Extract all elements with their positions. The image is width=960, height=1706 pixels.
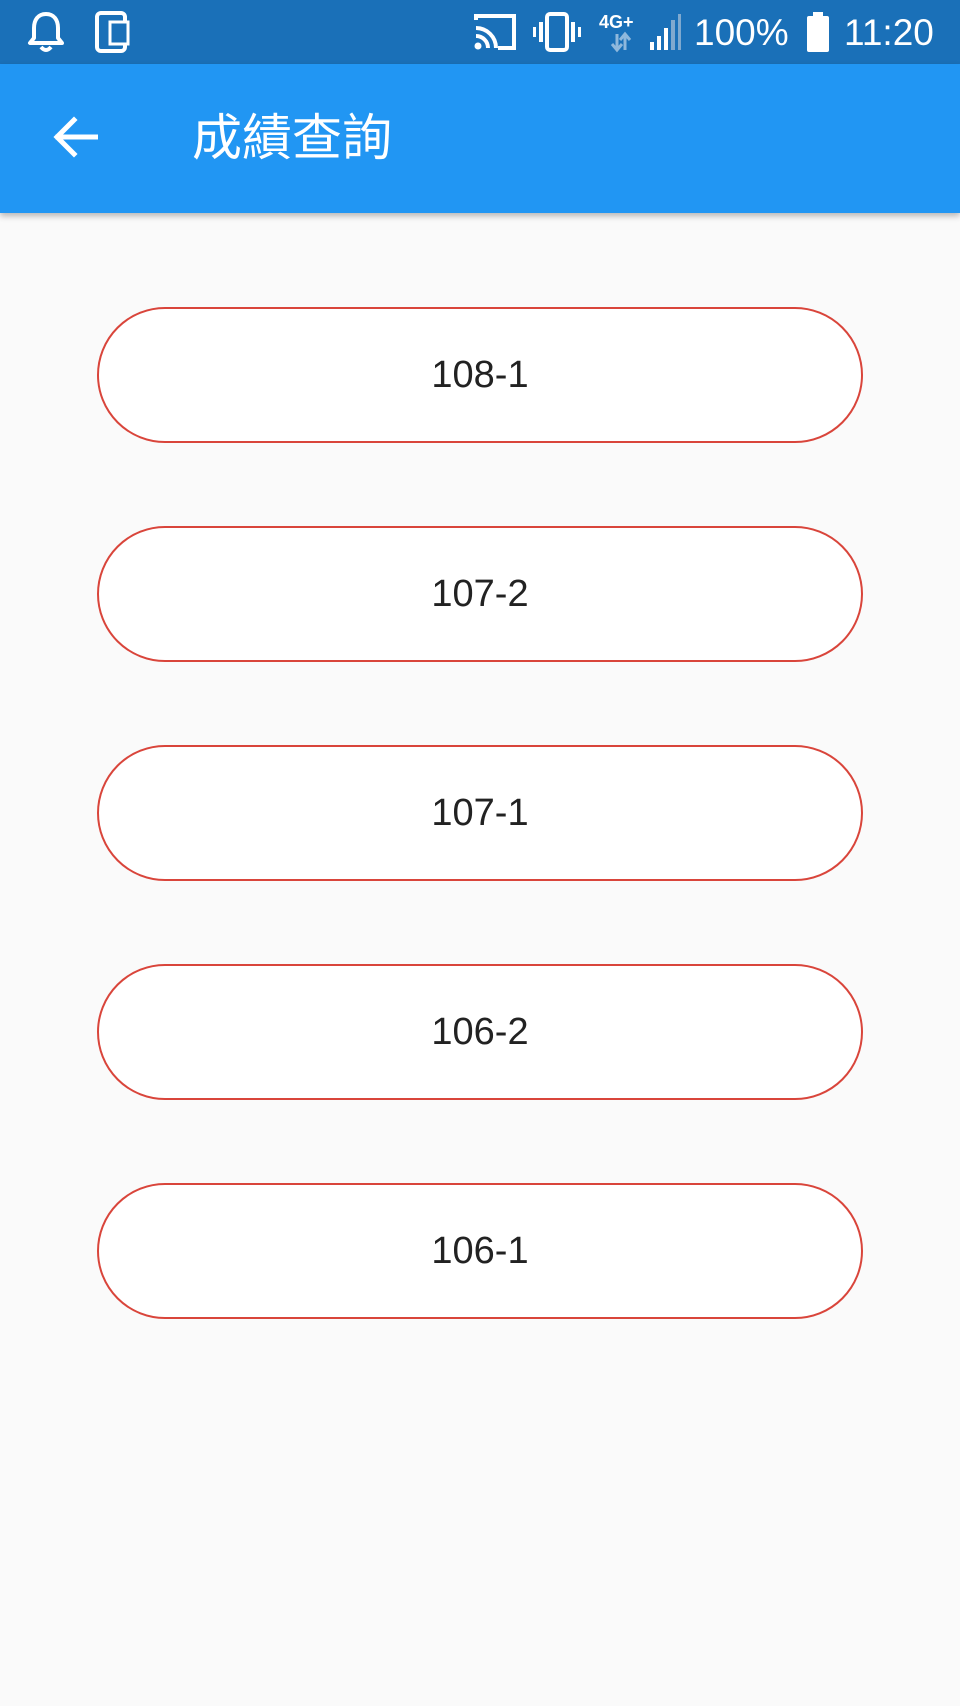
semester-list: 108-1 107-2 107-1 106-2 106-1 (97, 307, 863, 1402)
semester-button[interactable]: 107-2 (97, 526, 863, 662)
cast-icon (472, 0, 518, 64)
page-title: 成績查詢 (192, 109, 392, 167)
semester-button[interactable]: 106-2 (97, 964, 863, 1100)
notification-bell-icon (26, 0, 66, 64)
network-4g-icon: 4G+ (597, 0, 641, 64)
battery-icon (804, 0, 832, 64)
back-button[interactable] (40, 94, 110, 184)
semester-button[interactable]: 108-1 (97, 307, 863, 443)
vibrate-icon (532, 0, 582, 64)
status-bar: 4G+ 100% 11:20 (0, 0, 960, 64)
semester-button[interactable]: 106-1 (97, 1183, 863, 1319)
app-bar: 成績查詢 (0, 64, 960, 213)
phone-rotate-icon (94, 0, 130, 64)
svg-text:4G+: 4G+ (599, 12, 634, 32)
signal-icon (646, 0, 682, 64)
battery-percent: 100% (694, 12, 789, 53)
arrow-left-icon (52, 115, 99, 164)
semester-button[interactable]: 107-1 (97, 745, 863, 881)
clock: 11:20 (844, 12, 934, 53)
